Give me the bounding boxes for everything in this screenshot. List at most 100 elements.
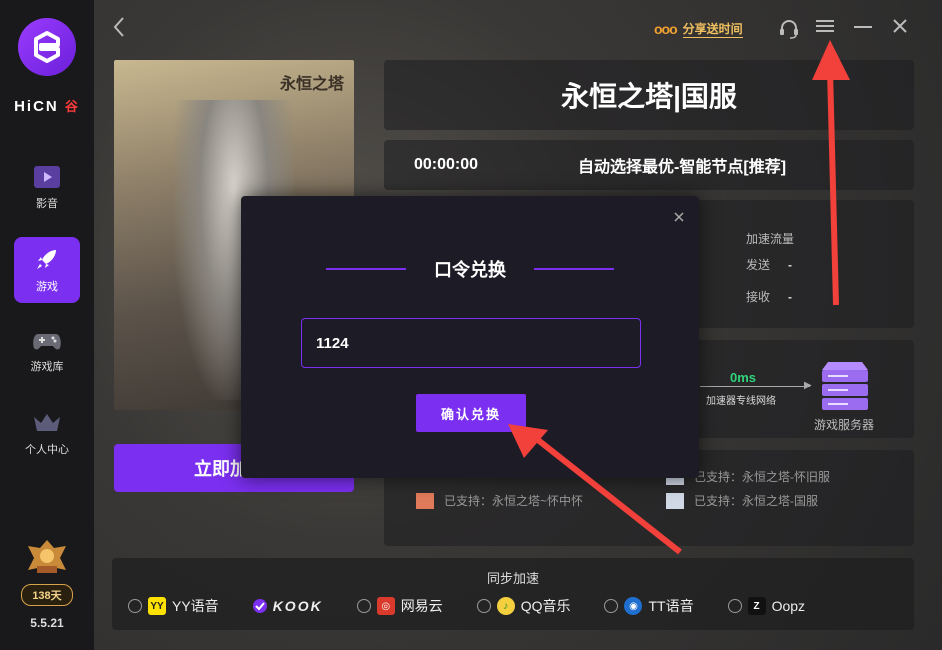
minimize-icon [854,26,872,28]
sidebar-item-label: 个人中心 [25,444,69,456]
share-icon: ooo [654,21,678,37]
support-text: 已支持：永恒之塔-国服 [694,494,818,508]
share-label: 分享送时间 [682,22,743,38]
game-title: 永恒之塔|国服 [561,81,737,112]
radio-button[interactable] [604,599,619,613]
crown-icon [34,414,60,431]
sync-options: YY YY语音 KOOK ◎ 网易云 ♪ QQ音乐 ◉ TT语音 Z Oopz [128,596,819,616]
recv-label: 接收 [746,290,771,304]
sidebar-item-profile[interactable]: 个人中心 [14,401,80,467]
radio-button-checked[interactable] [252,599,267,613]
support-item: 已支持：永恒之塔-国服 [666,492,818,509]
divider [326,268,406,270]
house-icon [416,492,434,509]
node-selector[interactable]: 自动选择最优-智能节点[推荐] [578,153,786,177]
recv-value: - [788,290,793,304]
recv-row: 接收 - [746,288,792,305]
top-bar: ooo 分享送时间 [94,0,942,60]
radio-button[interactable] [727,599,742,613]
chevron-left-icon [113,17,124,37]
sync-panel: 同步加速 YY YY语音 KOOK ◎ 网易云 ♪ QQ音乐 ◉ TT语音 Z … [112,558,914,630]
traffic-header: 加速流量 [746,232,795,246]
sync-option-label: Oopz [771,598,806,614]
brand-name: HiCN 谷 [14,96,80,115]
close-icon [893,19,907,33]
server-label: 游戏服务器 [814,418,875,432]
sync-option-kook[interactable]: KOOK [252,598,323,614]
divider [534,268,614,270]
send-value: - [788,258,793,272]
check-icon [254,602,265,611]
share-button[interactable]: ooo 分享送时间 [654,20,743,38]
support-text: 已支持：永恒之塔~怀中怀 [444,494,584,508]
redeem-dialog: 口令兑换 确认兑换 [241,196,699,478]
oopz-icon: Z [747,597,766,615]
sidebar-item-games[interactable]: 游戏 [14,237,80,303]
support-item: 已支持：永恒之塔~怀中怀 [416,492,583,509]
route-label: 加速器专线网络 [706,396,776,407]
server-icon [822,362,868,410]
support-text: 已支持：永恒之塔-怀旧服 [694,470,830,484]
latency-value: 0ms [730,370,757,385]
sync-option-label: 网易云 [400,598,443,614]
close-icon [674,212,684,222]
version-label: 5.5.21 [30,616,64,630]
headset-icon [780,20,798,39]
sidebar-item-label: 影音 [36,198,58,210]
radio-button[interactable] [128,599,142,613]
send-row: 发送 - [746,256,792,273]
brand-tag: 谷 [64,99,80,114]
sidebar-item-label: 游戏 [36,281,58,293]
days-badge: 138天 [21,584,73,606]
menu-button[interactable] [816,18,834,39]
sync-option-label: YY语音 [172,598,219,614]
radio-button[interactable] [356,599,371,613]
dialog-title: 口令兑换 [434,260,506,280]
netease-music-icon: ◎ [376,597,395,615]
logo-icon [34,31,60,63]
yy-icon: YY [148,597,166,615]
sidebar-nav: 影音 游戏 游戏库 个人中心 [14,155,80,467]
sync-option-oopz[interactable]: Z Oopz [727,597,806,615]
sidebar-item-game-library[interactable]: 游戏库 [14,319,80,385]
sync-option-label: QQ音乐 [520,598,571,614]
menu-icon [816,20,834,32]
app-logo [18,18,76,76]
sync-option-label: TT语音 [648,598,694,614]
poster-title: 永恒之塔 [279,76,344,93]
tt-voice-icon: ◉ [624,597,643,615]
close-window-button[interactable] [892,18,908,39]
dialog-close-button[interactable] [673,210,685,228]
sync-option-yy[interactable]: YY YY语音 [128,596,219,616]
dialog-header: 口令兑换 [241,256,699,282]
sync-option-label: KOOK [272,598,323,614]
radio-button[interactable] [476,599,491,613]
support-button[interactable] [778,18,800,45]
route-line [700,386,810,387]
sync-option-qqmusic[interactable]: ♪ QQ音乐 [476,596,571,616]
timer-value: 00:00:00 [414,156,479,173]
sync-option-tt[interactable]: ◉ TT语音 [604,596,694,616]
book-icon [666,492,684,509]
video-icon [34,166,60,188]
gamepad-icon [33,334,61,350]
start-button-label: 立即加 [194,459,248,479]
sync-option-netease[interactable]: ◎ 网易云 [356,596,443,616]
rocket-icon [37,250,56,269]
sync-header: 同步加速 [486,571,539,586]
send-label: 发送 [746,258,771,272]
sidebar: HiCN 谷 影音 游戏 游戏库 个人中心 138天 5.5.21 [0,0,94,650]
game-title-panel: 永恒之塔|国服 [384,60,914,130]
rank-badge-icon [27,540,66,573]
redeem-code-input[interactable] [301,318,641,368]
brand-text: HiCN [14,98,59,115]
confirm-redeem-button[interactable]: 确认兑换 [416,394,526,432]
back-button[interactable] [112,16,126,44]
qq-music-icon: ♪ [496,597,515,615]
membership: 138天 5.5.21 [21,538,73,630]
sidebar-item-media[interactable]: 影音 [14,155,80,221]
route-arrow-icon: ▶ [804,380,812,391]
sidebar-item-label: 游戏库 [30,361,64,373]
minimize-button[interactable] [854,18,872,39]
timer-panel: 00:00:00 自动选择最优-智能节点[推荐] [384,140,914,190]
